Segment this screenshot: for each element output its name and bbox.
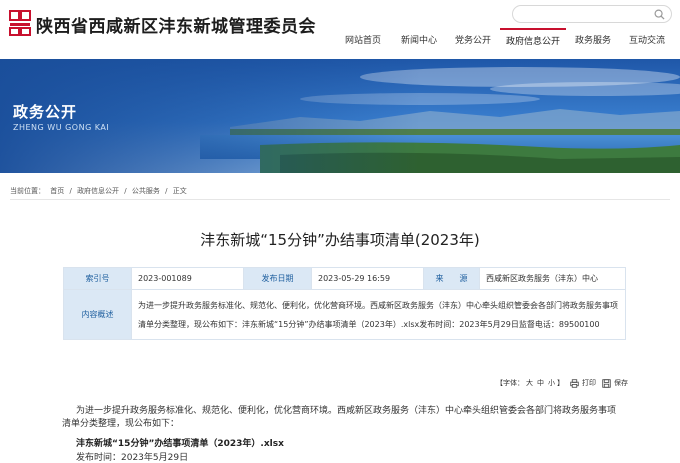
breadcrumb-prefix: 当前位置： [10,187,45,195]
nav-home[interactable]: 网站首页 [334,28,392,58]
index-value: 2023-001089 [131,267,244,290]
date-label: 发布日期 [243,267,312,290]
article-tools: 【字体： 大 中 小 】 打印 保存 [496,378,628,388]
nav-gov-services[interactable]: 政务服务 [566,28,620,58]
publish-time: 发布时间：2023年5月29日 [76,453,189,463]
breadcrumb-public-service[interactable]: 公共服务 [132,187,160,195]
font-medium-button[interactable]: 中 [537,378,544,388]
nav-news[interactable]: 新闻中心 [392,28,446,58]
search-icon[interactable] [654,9,665,20]
article-title: 沣东新城“15分钟”办结事项清单(2023年) [200,231,480,249]
summary-cell: 为进一步提升政务服务标准化、规范化、便利化，优化营商环境。西咸新区政务服务（沣东… [131,289,626,340]
divider [10,199,670,200]
main-nav: 网站首页 新闻中心 党务公开 政府信息公开 政务服务 互动交流 [334,28,674,58]
save-icon[interactable] [602,378,611,388]
site-title[interactable]: 陕西省西咸新区沣东新城管理委员会 [36,12,316,37]
save-button[interactable]: 保存 [614,378,628,388]
nav-party-affairs[interactable]: 党务公开 [446,28,500,58]
banner [0,59,680,173]
print-icon[interactable] [570,378,579,388]
nav-gov-info[interactable]: 政府信息公开 [500,28,566,58]
date-value: 2023-05-29 16:59 [311,267,424,290]
search-input[interactable] [521,7,651,21]
logo-icon[interactable] [9,10,31,36]
index-label: 索引号 [63,267,132,290]
font-large-button[interactable]: 大 [526,378,533,388]
source-value: 西咸新区政务服务（沣东）中心 [479,267,626,290]
breadcrumb: 当前位置： 首页 / 政府信息公开 / 公共服务 / 正文 [10,186,190,196]
search-box [512,5,672,23]
breadcrumb-current: 正文 [172,187,187,195]
summary-line: 清单分类整理，现公布如下：沣东新城“15分钟”办结事项清单（2023年）.xls… [138,319,600,329]
breadcrumb-separator: / [69,187,72,195]
info-table: 索引号 2023-001089 发布日期 2023-05-29 16:59 来 … [63,267,626,340]
font-size-label: 【字体： [496,379,524,387]
attachment-link[interactable]: 沣东新城“15分钟”办结事项清单（2023年）.xlsx [76,436,284,449]
breadcrumb-home[interactable]: 首页 [50,187,64,195]
font-small-button[interactable]: 小 [548,378,555,388]
breadcrumb-separator: / [165,187,168,195]
summary-line: 为进一步提升政务服务标准化、规范化、便利化，优化营商环境。西咸新区政务服务（沣东… [138,300,618,310]
body-paragraph: 为进一步提升政务服务标准化、规范化、便利化，优化营商环境。西咸新区政务服务（沣东… [76,406,617,416]
font-size-bracket: 】 [557,379,564,387]
banner-landscape [0,59,680,173]
article-body: 为进一步提升政务服务标准化、规范化、便利化，优化营商环境。西咸新区政务服务（沣东… [62,405,622,431]
banner-title: 政务公开 [13,103,78,121]
breadcrumb-separator: / [124,187,127,195]
page: 陕西省西咸新区沣东新城管理委员会 网站首页 新闻中心 党务公开 政府信息公开 政… [0,0,680,463]
source-label: 来 源 [423,267,480,290]
nav-interaction[interactable]: 互动交流 [620,28,674,58]
breadcrumb-gov-info[interactable]: 政府信息公开 [77,187,119,195]
banner-subtitle: ZHENG WU GONG KAI [13,123,110,132]
body-paragraph: 清单分类整理，现公布如下： [62,419,180,429]
print-button[interactable]: 打印 [582,378,596,388]
summary-label: 内容概述 [63,289,132,340]
site-header: 陕西省西咸新区沣东新城管理委员会 网站首页 新闻中心 党务公开 政府信息公开 政… [0,0,680,58]
